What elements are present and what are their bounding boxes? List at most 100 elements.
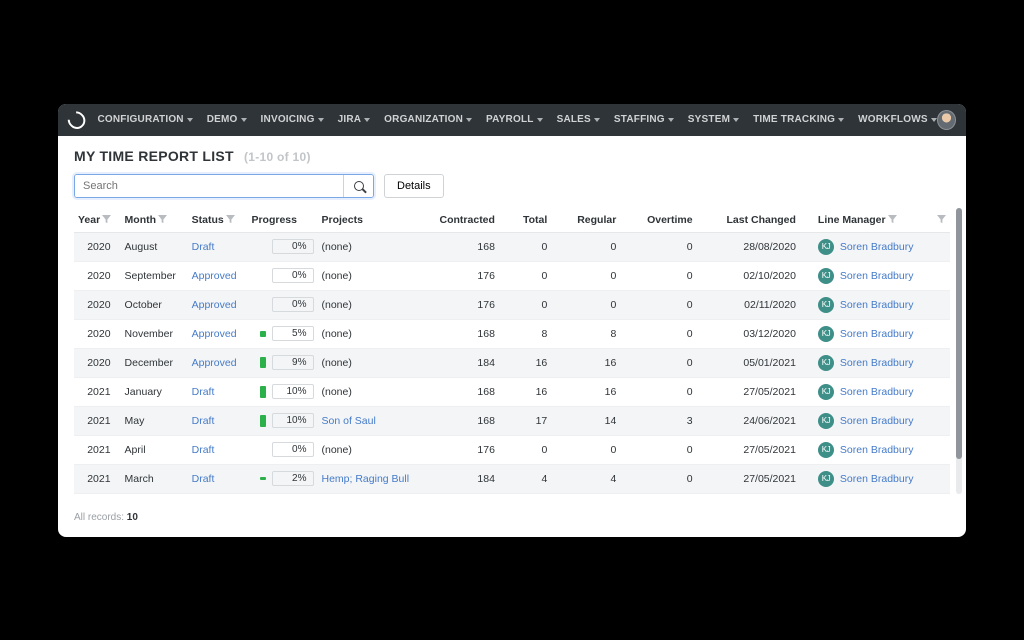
col-filter-end[interactable] — [931, 208, 950, 233]
cell-last-changed: 02/11/2020 — [711, 290, 814, 319]
cell-manager: KJSoren Bradbury — [814, 290, 931, 319]
menu-item-payroll[interactable]: PAYROLL — [486, 114, 543, 125]
manager-link[interactable]: KJSoren Bradbury — [818, 355, 914, 371]
menu-item-jira[interactable]: JIRA — [338, 114, 371, 125]
project-link[interactable]: Son of Saul — [322, 415, 376, 427]
menu-item-demo[interactable]: DEMO — [207, 114, 247, 125]
scrollbar-thumb[interactable] — [956, 208, 962, 460]
cell-last-changed: 27/05/2021 — [711, 464, 814, 493]
chevron-down-icon — [838, 118, 844, 122]
scrollbar-track[interactable] — [956, 208, 962, 494]
menu-item-invoicing[interactable]: INVOICING — [261, 114, 324, 125]
cell-overtime: 0 — [634, 377, 710, 406]
menu-item-configuration[interactable]: CONFIGURATION — [97, 114, 192, 125]
record-count-label: All records: — [74, 512, 124, 523]
status-link[interactable]: Draft — [192, 241, 215, 253]
manager-link[interactable]: KJSoren Bradbury — [818, 471, 914, 487]
search-input[interactable] — [75, 175, 343, 197]
cell-month: March — [121, 464, 188, 493]
toolbar: Details — [74, 174, 950, 198]
table-row[interactable]: 2021MayDraft10%Son of Saul1681714324/06/… — [74, 406, 950, 435]
col-line-manager[interactable]: Line Manager — [814, 208, 931, 233]
status-link[interactable]: Draft — [192, 473, 215, 485]
cell-total: 0 — [513, 261, 565, 290]
filter-icon[interactable] — [102, 215, 111, 224]
menu-item-system[interactable]: SYSTEM — [688, 114, 739, 125]
filter-icon[interactable] — [158, 215, 167, 224]
table-container: YearMonthStatusProgress ProjectsContracte… — [74, 208, 950, 494]
details-button[interactable]: Details — [384, 174, 444, 198]
cell-month: January — [121, 377, 188, 406]
manager-link[interactable]: KJSoren Bradbury — [818, 297, 914, 313]
table-row[interactable]: 2020SeptemberApproved0%(none)17600002/10… — [74, 261, 950, 290]
col-total[interactable]: Total — [513, 208, 565, 233]
project-none: (none) — [322, 357, 352, 369]
manager-link[interactable]: KJSoren Bradbury — [818, 442, 914, 458]
col-last-changed[interactable]: Last Changed — [711, 208, 814, 233]
chevron-down-icon — [733, 118, 739, 122]
col-status[interactable]: Status — [188, 208, 248, 233]
table-row[interactable]: 2020DecemberApproved9%(none)1841616005/0… — [74, 348, 950, 377]
table-row[interactable]: 2020AugustDraft0%(none)16800028/08/2020K… — [74, 232, 950, 261]
col-projects[interactable]: Projects — [318, 208, 426, 233]
project-link[interactable]: Hemp; Raging Bull — [322, 473, 410, 485]
manager-name: Soren Bradbury — [840, 328, 914, 340]
status-link[interactable]: Draft — [192, 444, 215, 456]
cell-year: 2020 — [74, 290, 121, 319]
cell-last-changed: 27/05/2021 — [711, 435, 814, 464]
progress-cell: 0% — [251, 268, 313, 283]
user-avatar[interactable] — [937, 110, 956, 130]
col-progress[interactable]: Progress — [247, 208, 317, 233]
cell-overtime: 3 — [634, 406, 710, 435]
progress-value: 0% — [272, 268, 314, 283]
status-link[interactable]: Approved — [192, 357, 237, 369]
col-year[interactable]: Year — [74, 208, 121, 233]
table-row[interactable]: 2021JanuaryDraft10%(none)1681616027/05/2… — [74, 377, 950, 406]
col-contracted[interactable]: Contracted — [425, 208, 513, 233]
status-link[interactable]: Draft — [192, 386, 215, 398]
table-row[interactable]: 2021MarchDraft2%Hemp; Raging Bull1844402… — [74, 464, 950, 493]
table-row[interactable]: 2020NovemberApproved5%(none)16888003/12/… — [74, 319, 950, 348]
cell-total: 16 — [513, 377, 565, 406]
manager-avatar: KJ — [818, 297, 834, 313]
search-button[interactable] — [343, 175, 373, 197]
table-row[interactable]: 2020OctoberApproved0%(none)17600002/11/2… — [74, 290, 950, 319]
cell-projects: (none) — [318, 348, 426, 377]
menu-label: PAYROLL — [486, 114, 534, 125]
filter-icon[interactable] — [888, 215, 897, 224]
filter-icon[interactable] — [226, 215, 235, 224]
col-label: Progress — [251, 214, 297, 226]
cell-contracted: 176 — [425, 435, 513, 464]
cell-manager: KJSoren Bradbury — [814, 377, 931, 406]
col-label: Regular — [577, 214, 616, 226]
filter-icon[interactable] — [937, 215, 946, 224]
table-row[interactable]: 2021AprilDraft0%(none)17600027/05/2021KJ… — [74, 435, 950, 464]
menu-item-organization[interactable]: ORGANIZATION — [384, 114, 472, 125]
cell-regular: 4 — [565, 464, 634, 493]
progress-cell: 0% — [251, 297, 313, 312]
manager-link[interactable]: KJSoren Bradbury — [818, 326, 914, 342]
menu-item-staffing[interactable]: STAFFING — [614, 114, 674, 125]
manager-link[interactable]: KJSoren Bradbury — [818, 384, 914, 400]
status-link[interactable]: Draft — [192, 415, 215, 427]
status-link[interactable]: Approved — [192, 270, 237, 282]
status-link[interactable]: Approved — [192, 299, 237, 311]
menu-item-time-tracking[interactable]: TIME TRACKING — [753, 114, 844, 125]
progress-bar — [260, 386, 266, 398]
project-none: (none) — [322, 241, 352, 253]
manager-name: Soren Bradbury — [840, 241, 914, 253]
col-regular[interactable]: Regular — [565, 208, 634, 233]
record-count-value: 10 — [127, 512, 138, 523]
project-none: (none) — [322, 299, 352, 311]
cell-total: 8 — [513, 319, 565, 348]
manager-link[interactable]: KJSoren Bradbury — [818, 413, 914, 429]
col-overtime[interactable]: Overtime — [634, 208, 710, 233]
menu-item-workflows[interactable]: WORKFLOWS — [858, 114, 937, 125]
status-link[interactable]: Approved — [192, 328, 237, 340]
menu-item-sales[interactable]: SALES — [557, 114, 600, 125]
col-month[interactable]: Month — [121, 208, 188, 233]
manager-link[interactable]: KJSoren Bradbury — [818, 239, 914, 255]
manager-link[interactable]: KJSoren Bradbury — [818, 268, 914, 284]
menu-label: SYSTEM — [688, 114, 730, 125]
cell-total: 17 — [513, 406, 565, 435]
